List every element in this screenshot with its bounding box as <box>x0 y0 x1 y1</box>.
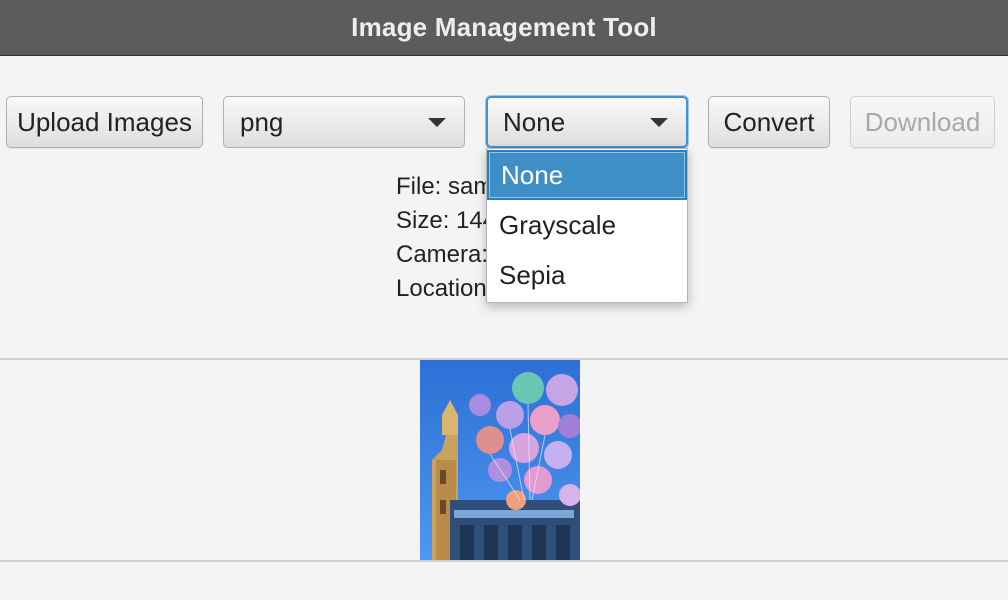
filter-option-label: Sepia <box>499 259 566 290</box>
chevron-down-icon <box>650 118 668 127</box>
convert-label: Convert <box>723 106 815 137</box>
filter-option-label: Grayscale <box>499 209 617 240</box>
app-window: Image Management Tool Upload Images png … <box>0 0 1008 600</box>
file-size-text: Size: 144 <box>396 207 497 234</box>
upload-images-button[interactable]: Upload Images <box>6 96 203 148</box>
format-select[interactable]: png <box>223 96 465 148</box>
filter-dropdown-list: None Grayscale Sepia <box>486 148 688 303</box>
filter-option-sepia[interactable]: Sepia <box>487 250 687 300</box>
camera-text: Camera: <box>396 241 489 268</box>
image-preview <box>420 360 580 560</box>
filter-option-label: None <box>501 159 564 190</box>
filter-option-grayscale[interactable]: Grayscale <box>487 200 687 250</box>
convert-button[interactable]: Convert <box>708 96 830 148</box>
image-metadata: File: sam Size: 144 Camera: Location <box>396 170 496 306</box>
location-text: Location <box>396 275 487 302</box>
filter-select[interactable]: None <box>486 96 688 148</box>
chevron-down-icon <box>428 118 446 127</box>
download-button[interactable]: Download <box>850 96 995 148</box>
divider-bottom <box>0 560 1008 562</box>
title-bar: Image Management Tool <box>0 0 1008 56</box>
filter-select-value: None <box>503 106 566 137</box>
upload-images-label: Upload Images <box>17 106 192 137</box>
format-select-value: png <box>240 106 284 137</box>
file-name-text: File: sam <box>396 173 494 200</box>
filter-option-none[interactable]: None <box>487 150 687 200</box>
preview-image <box>420 360 580 560</box>
download-label: Download <box>864 106 981 137</box>
window-title: Image Management Tool <box>351 12 657 42</box>
